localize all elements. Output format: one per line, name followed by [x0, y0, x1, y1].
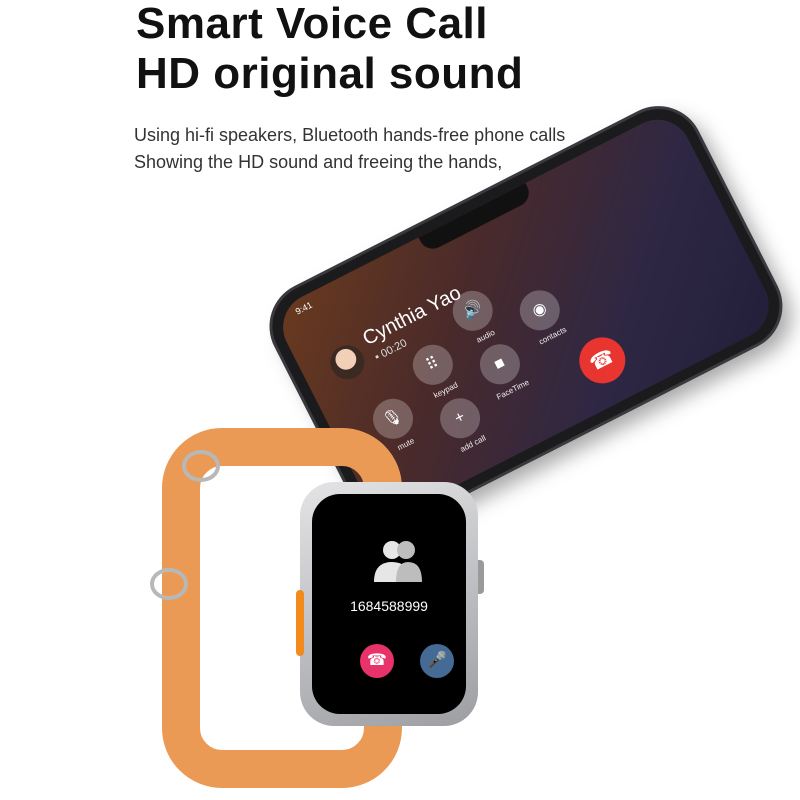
caller-number: 1684588999 — [350, 598, 428, 614]
hangup-icon: ☎ — [367, 652, 387, 669]
watch-mic-button: 🎤 — [420, 644, 454, 678]
contact-icon: ◉ — [529, 299, 550, 321]
watch-call-screen: 1684588999 ☎ 🎤 — [312, 494, 466, 714]
status-time: 9:41 — [293, 299, 314, 317]
watch-action-button — [296, 590, 304, 656]
caller-name: Cynthia Yao — [359, 281, 465, 351]
hangup-icon: ☎ — [586, 344, 619, 376]
caller-avatar — [324, 339, 371, 386]
watch-end-call-button: ☎ — [360, 644, 394, 678]
keypad-icon: ⠿ — [423, 354, 442, 375]
mic-off-icon: 🎙 — [379, 406, 406, 431]
phone-notch — [418, 182, 534, 254]
contacts-icon — [374, 541, 422, 582]
band-loop-ring — [182, 450, 220, 482]
mic-icon: 🎤 — [427, 652, 447, 669]
plus-icon: + — [451, 408, 468, 428]
smartwatch: 1684588999 ☎ 🎤 — [300, 482, 478, 726]
video-icon: ■ — [491, 354, 508, 374]
band-loop-ring — [150, 568, 188, 600]
speaker-icon: 🔊 — [459, 298, 486, 323]
end-call-button: ☎ — [571, 329, 634, 392]
